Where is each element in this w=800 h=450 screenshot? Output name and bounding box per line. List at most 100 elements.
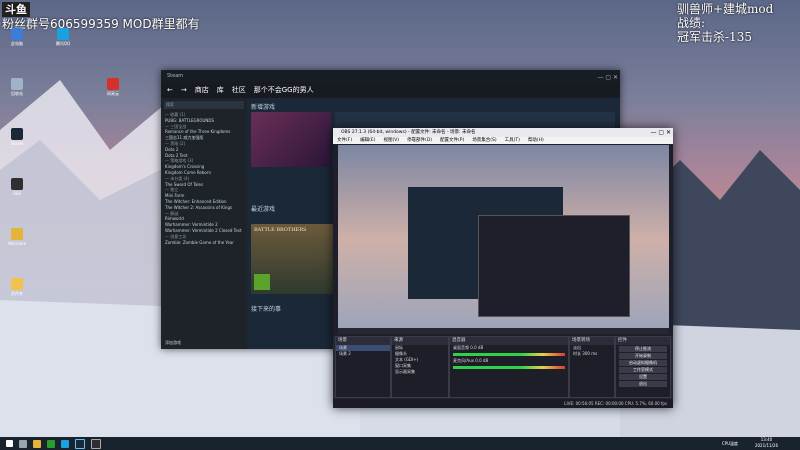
mixer-channel-db: 0.0 dB <box>474 358 489 363</box>
obs-status-bar: LIVE: 00:56:05 REC: 00:00:00 CPU: 5.7%, … <box>333 399 673 408</box>
obs-menu-item[interactable]: 文件(F) <box>337 137 352 144</box>
obs-menu-item[interactable]: 场景集合(S) <box>472 137 496 144</box>
desktop-icon-label: 回收站 <box>11 91 23 96</box>
overlay-record-value: 冠军击杀-135 <box>677 30 752 44</box>
obs-window-buttons[interactable]: — ▢ ✕ <box>650 128 671 137</box>
preview-toolbar <box>338 328 669 334</box>
scene-item[interactable]: 场景 2 <box>336 351 390 357</box>
scenes-dock: 场景 场景 场景 2 <box>335 336 391 398</box>
desktop-icon[interactable]: 网易云 <box>100 78 126 96</box>
section-new-title: 新增游戏 <box>251 104 276 111</box>
library-game-list: — 收藏 (1) PUBG: BATTLEGROUNDS — 三国全战 Romance… <box>161 112 247 245</box>
transitions-header: 场景转场 <box>570 337 614 345</box>
desktop-icon-label: 网易云 <box>107 91 119 96</box>
scene-list: 场景 场景 2 <box>336 345 390 357</box>
desktop-app-icon <box>11 178 23 190</box>
control-button[interactable]: 启动虚拟摄像机 <box>619 360 667 366</box>
nav-library[interactable]: 库 <box>217 85 224 95</box>
desktop-app-icon <box>11 28 23 40</box>
desktop-icon[interactable]: WeGame <box>4 228 30 246</box>
stream-overlay-top-right: 驯兽师+建城mod 战绩: 冠军击杀-135 <box>677 2 792 44</box>
section-download-title: 接下来的事 <box>251 306 282 313</box>
desktop-icon[interactable]: OBS <box>4 178 30 196</box>
desktop-icon[interactable]: 腾讯QQ <box>50 28 76 46</box>
steam-window-buttons[interactable]: — ▢ ✕ <box>597 72 618 84</box>
back-arrow-icon[interactable]: ← <box>167 86 173 94</box>
desktop-icon-label: 文件夹 <box>11 291 23 296</box>
steam-nav-bar: ← → 商店 库 社区 那个不会GG的男人 <box>161 82 620 98</box>
forward-arrow-icon[interactable]: → <box>181 86 187 94</box>
taskbar-clock[interactable]: 13:40 2021/11/26 <box>755 437 778 449</box>
control-button[interactable]: 退出 <box>619 381 667 387</box>
library-game-item[interactable]: Warhammer: Vermintide 2 Closed Test <box>161 228 247 234</box>
desktop-app-icon <box>11 78 23 90</box>
desktop-app-icon <box>107 78 119 90</box>
mixer-header: 混音器 <box>450 337 568 345</box>
desktop-icon[interactable]: Steam <box>4 128 30 146</box>
steam-library-sidebar: 搜索 — 收藏 (1) PUBG: BATTLEGROUNDS — 三国全战 Roma… <box>161 98 247 349</box>
desktop-icon-label: Steam <box>10 141 24 146</box>
desktop-icon-label: OBS <box>12 191 22 196</box>
control-button[interactable]: 停止推流 <box>619 346 667 352</box>
obs-menu-item[interactable]: 停靠部件(D) <box>407 137 432 144</box>
recent-game-title: BATTLE BROTHERS <box>254 227 307 233</box>
source-item[interactable]: 显示器采集 <box>392 369 448 375</box>
library-search-input[interactable]: 搜索 <box>164 101 244 109</box>
mixer-channel-db: 0.0 dB <box>469 345 484 350</box>
obs-docks: 场景 场景 场景 2 来源 鼠标 摄像头 文本 (GDI+) 窗口采集 显示器采集 混音器… <box>333 336 673 408</box>
volume-meter[interactable] <box>453 353 565 356</box>
mixer-channel-name: 麦克风/Aux <box>453 358 474 363</box>
obs-menu-item[interactable]: 工具(T) <box>505 137 520 144</box>
obs-menu-item[interactable]: 编辑(E) <box>360 137 375 144</box>
source-list: 鼠标 摄像头 文本 (GDI+) 窗口采集 显示器采集 <box>392 345 448 375</box>
tray-cpu-temp[interactable]: CPU温度 <box>722 437 738 450</box>
windows-start-icon[interactable] <box>6 440 13 447</box>
desktop-icon[interactable]: 回收站 <box>4 78 30 96</box>
library-game-item[interactable]: Zombie: Zombie Game of the Year <box>161 240 247 246</box>
section-recent-title: 最近游戏 <box>251 206 276 213</box>
overlay-record-label: 战绩: <box>677 16 706 30</box>
nav-community[interactable]: 社区 <box>232 85 246 95</box>
obs-menu-item[interactable]: 视图(V) <box>383 137 399 144</box>
desktop-icon[interactable]: 此电脑 <box>4 28 30 46</box>
mixer-list: 桌面音频 0.0 dB 麦克风/Aux 0.0 dB <box>450 345 568 369</box>
nav-username[interactable]: 那个不会GG的男人 <box>254 85 314 95</box>
duration-input[interactable]: 300 ms <box>582 351 597 356</box>
control-button[interactable]: 工作室模式 <box>619 367 667 373</box>
play-button[interactable] <box>254 274 270 290</box>
file-explorer-icon[interactable] <box>33 439 41 448</box>
obs-menu-item[interactable]: 配置文件(P) <box>440 137 464 144</box>
sources-header: 来源 <box>392 337 448 345</box>
new-game-card[interactable] <box>251 112 331 167</box>
control-button[interactable]: 开始录制 <box>619 353 667 359</box>
search-icon[interactable] <box>19 439 27 448</box>
control-button[interactable]: 设置 <box>619 374 667 380</box>
obs-taskbar-icon[interactable] <box>91 438 101 449</box>
recent-game-card[interactable]: BATTLE BROTHERS <box>251 224 333 294</box>
controls-dock: 控件 停止推流 开始录制 启动虚拟摄像机 工作室模式 设置 退出 <box>615 336 671 398</box>
clock-date: 2021/11/26 <box>754 443 778 448</box>
duration-row: 时长 300 ms <box>570 351 614 357</box>
mixer-channel: 麦克风/Aux 0.0 dB <box>450 358 568 364</box>
wechat-icon[interactable] <box>47 439 55 448</box>
sources-dock: 来源 鼠标 摄像头 文本 (GDI+) 窗口采集 显示器采集 <box>391 336 449 398</box>
mixer-channel: 桌面音频 0.0 dB <box>450 345 568 351</box>
scenes-header: 场景 <box>336 337 390 345</box>
steam-taskbar-icon[interactable] <box>75 438 85 449</box>
volume-meter[interactable] <box>453 366 565 369</box>
desktop-app-icon <box>11 128 23 140</box>
steam-window-title: Steam <box>167 73 184 79</box>
qq-icon[interactable] <box>61 439 69 448</box>
add-game-button[interactable]: 添加游戏 <box>161 340 181 346</box>
obs-window[interactable]: OBS 27.1.3 (64-bit, windows) - 配置文件: 未命名… <box>333 128 673 408</box>
nav-store[interactable]: 商店 <box>195 85 209 95</box>
obs-menu-item[interactable]: 帮助(H) <box>528 137 544 144</box>
mixer-channel-name: 桌面音频 <box>453 345 469 350</box>
fan-group-text: 粉丝群号606599359 MOD群里都有 <box>2 17 200 31</box>
steam-titlebar[interactable]: Steam — ▢ ✕ <box>161 70 620 82</box>
preview-nested-obs <box>478 215 630 317</box>
obs-titlebar[interactable]: OBS 27.1.3 (64-bit, windows) - 配置文件: 未命名… <box>333 128 673 137</box>
desktop-icon[interactable]: 文件夹 <box>4 278 30 296</box>
obs-preview[interactable] <box>338 145 669 334</box>
windows-taskbar: CPU温度 13:40 2021/11/26 <box>0 437 800 450</box>
